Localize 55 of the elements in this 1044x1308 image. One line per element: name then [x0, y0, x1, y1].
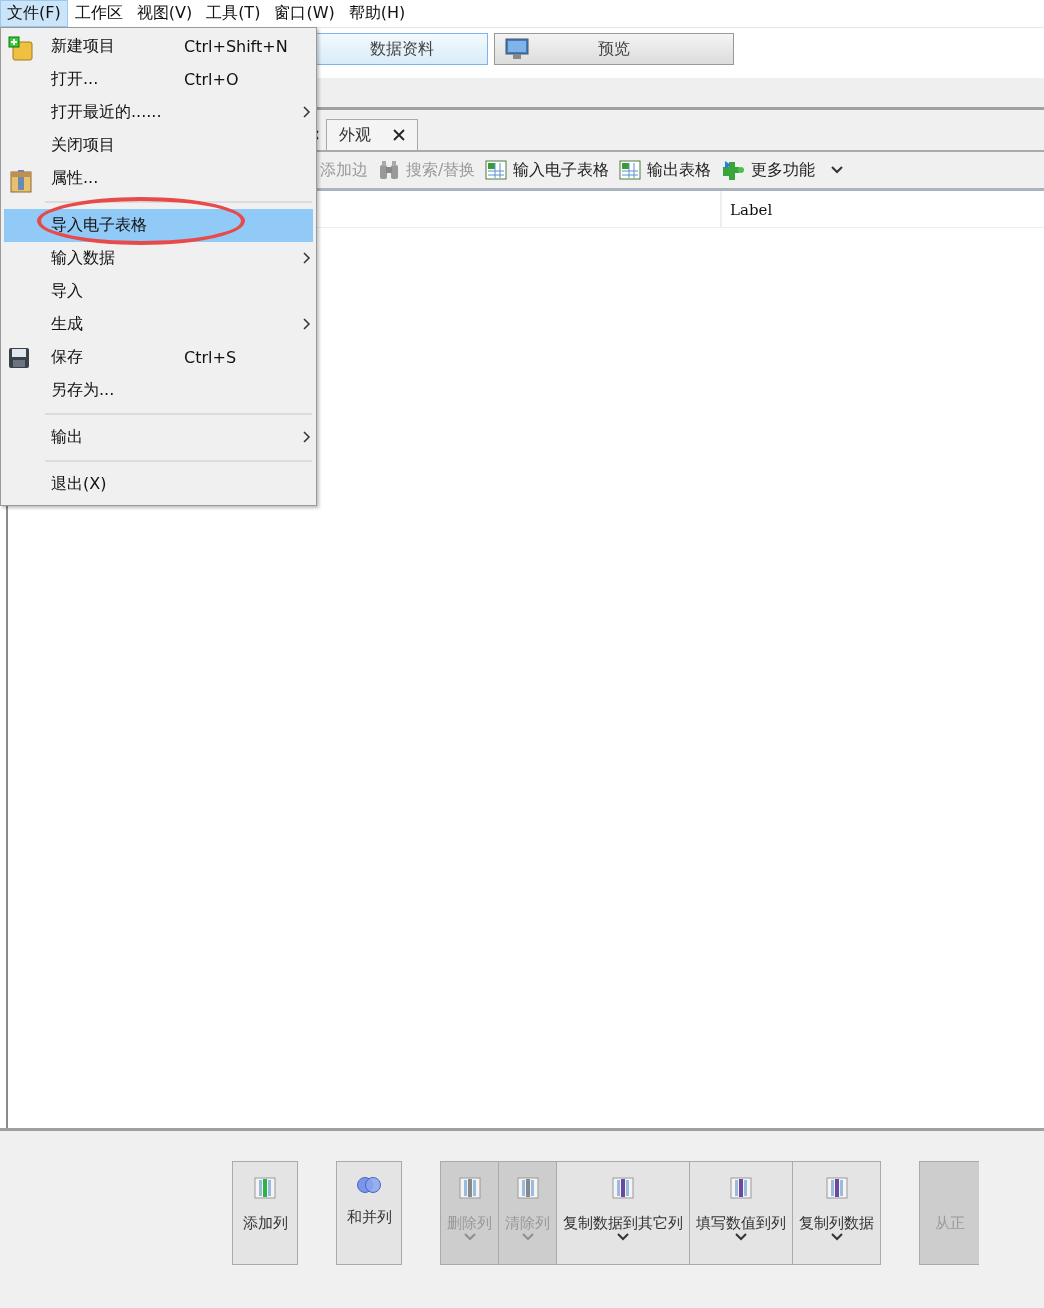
column-button[interactable]: 添加列 [232, 1161, 298, 1265]
tab[interactable]: 外观 [326, 119, 418, 150]
menu-item[interactable]: 生成 [4, 308, 313, 341]
chevron-down-icon [830, 1233, 843, 1241]
chevron-down-icon [617, 1233, 629, 1241]
monitor-icon [505, 38, 529, 60]
chevron-right-icon [303, 318, 311, 330]
column-icon [515, 1176, 540, 1200]
menu-item[interactable]: 工作区 [67, 0, 130, 27]
chevron-right-icon [303, 252, 311, 264]
menu-item[interactable]: 属性... [4, 162, 313, 195]
close-icon [393, 129, 405, 141]
chevron-down-icon [521, 1233, 534, 1241]
chevron-down-icon [463, 1233, 476, 1241]
menu-item[interactable]: 导入电子表格 [4, 209, 313, 242]
spreadsheet-icon [619, 160, 642, 180]
column-button[interactable]: 复制数据到其它列 [557, 1161, 690, 1265]
view-button[interactable]: 数据资料 [316, 33, 488, 65]
column-button[interactable]: 填写数值到列 [690, 1161, 793, 1265]
menu-item[interactable]: 输入数据 [4, 242, 313, 275]
menu-item[interactable]: 导入 [4, 275, 313, 308]
view-button[interactable]: 预览 [494, 33, 734, 65]
binoculars-icon [378, 159, 400, 181]
toolbox-icon [8, 168, 34, 194]
menu-item[interactable]: 帮助(H) [341, 0, 413, 27]
chevron-right-icon [303, 106, 311, 118]
column-icon [729, 1176, 753, 1200]
menu-item[interactable]: 退出(X) [4, 468, 313, 501]
menu-item[interactable]: 输出 [4, 421, 313, 454]
column-header[interactable]: Label [722, 191, 781, 227]
chevron-right-icon [303, 431, 311, 443]
menu-item[interactable]: 文件(F) [0, 0, 68, 27]
menu-item[interactable]: 关闭项目 [4, 129, 313, 162]
new-project-icon [8, 36, 34, 62]
menu-item[interactable]: 另存为... [4, 374, 313, 407]
spreadsheet-icon [485, 160, 508, 180]
column-icon [611, 1176, 635, 1200]
menu-item[interactable]: 视图(V) [129, 0, 200, 27]
menu-item[interactable]: 打开... Ctrl+O [4, 63, 313, 96]
toolbar-button[interactable]: 更多功能 [721, 158, 816, 182]
chevron-down-icon [735, 1233, 747, 1241]
menu-item[interactable]: 窗口(W) [267, 0, 342, 27]
menu-item[interactable]: 新建项目 Ctrl+Shift+N [4, 30, 313, 63]
menu-item[interactable]: 打开最近的...... [4, 96, 313, 129]
column-button[interactable]: 和并列 [336, 1161, 402, 1265]
column-button[interactable]: 复制列数据 [793, 1161, 881, 1265]
menu-item[interactable]: 保存 Ctrl+S [4, 341, 313, 374]
toolbar-button[interactable]: 输入电子表格 [485, 159, 610, 181]
column-icon [824, 1176, 849, 1200]
column-icon [457, 1176, 482, 1200]
toolbar-button[interactable]: 输出表格 [619, 159, 712, 181]
column-icon [253, 1176, 277, 1200]
chevron-down-icon[interactable] [831, 166, 844, 174]
menu-item[interactable]: 工具(T) [199, 0, 268, 27]
circles-icon [356, 1176, 382, 1194]
